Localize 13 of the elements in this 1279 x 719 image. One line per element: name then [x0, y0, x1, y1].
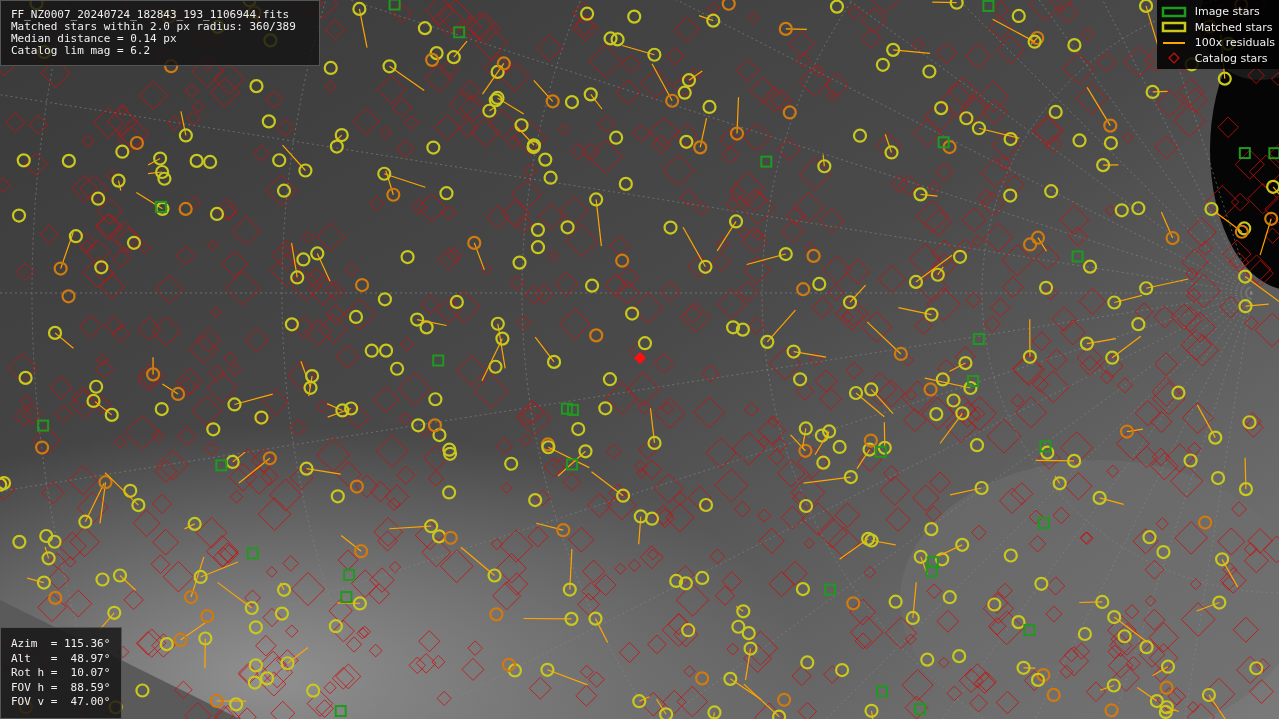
info-text: Matched stars within 2.0 px radius: 360/389 [11, 21, 297, 33]
legend-label: Catalog stars [1194, 50, 1268, 66]
info-text: Catalog lim mag = 6.2 [11, 45, 152, 57]
info-text: FOV h = 88.59° [11, 680, 112, 696]
info-text: FOV v = 47.00° [11, 695, 112, 710]
info-text: Median distance = 0.14 px [11, 33, 178, 45]
legend-label: 100x residuals [1194, 35, 1275, 51]
legend-label: Image stars [1194, 4, 1260, 20]
info-text: Rot h = 10.07° [11, 666, 112, 681]
info-text: Alt = 48.97° [11, 651, 112, 667]
info-text: Azim = 115.36° [11, 637, 112, 652]
info-text: FF_NZ0007_20240724_182843_193_1106944.fits [11, 9, 291, 21]
legend-label: Matched stars [1194, 19, 1273, 35]
